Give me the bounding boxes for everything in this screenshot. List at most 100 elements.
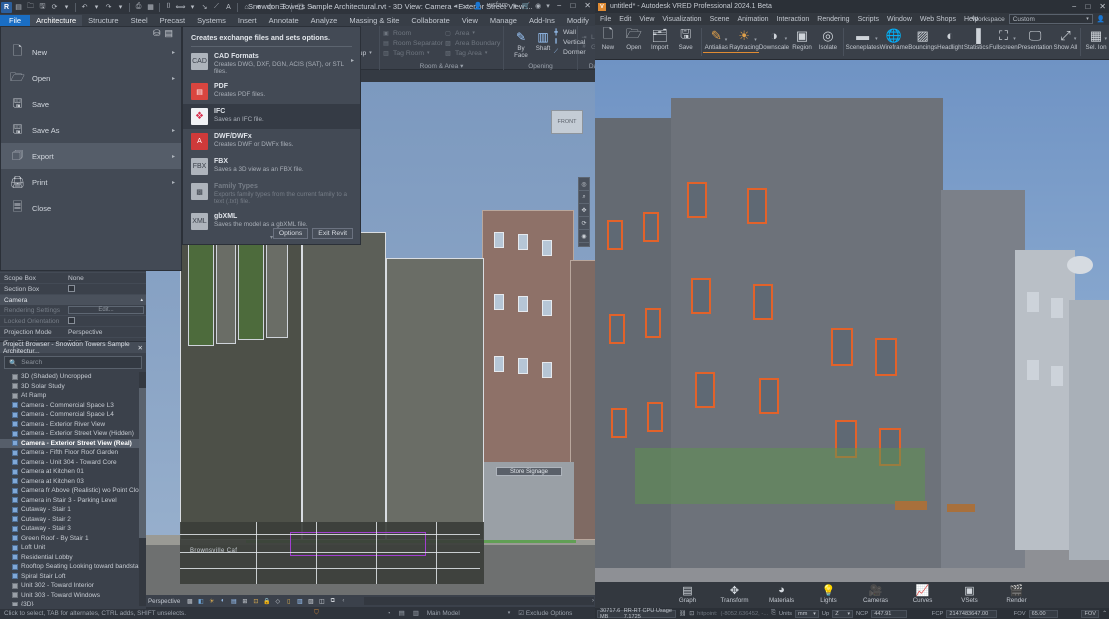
- property-row-projection-mode[interactable]: Projection ModePerspective: [0, 327, 146, 338]
- vred-tool-antialias[interactable]: ✎Antialias▾: [703, 25, 729, 53]
- vred-menu-view[interactable]: View: [639, 16, 654, 23]
- area-dropdown-icon[interactable]: ▾: [472, 30, 475, 36]
- user-dropdown-icon[interactable]: ▾: [513, 2, 517, 10]
- dimension-dropdown-icon[interactable]: ▾: [187, 2, 198, 13]
- file-menu-item-new[interactable]: 🗋New▸: [1, 39, 181, 65]
- tool-dropdown-icon[interactable]: ▾: [725, 37, 728, 43]
- file-menu-item-save[interactable]: 🖫Save: [1, 91, 181, 117]
- properties-section-expander[interactable]: ▴: [140, 297, 143, 303]
- undo-icon[interactable]: ↶: [79, 2, 90, 13]
- browser-view-item[interactable]: Camera in Stair 3 - Parking Level: [0, 496, 146, 506]
- ribbon-tab-steel[interactable]: Steel: [125, 15, 154, 26]
- property-row-section-box[interactable]: Section Box: [0, 284, 146, 295]
- status-exclude-options[interactable]: ☑ Exclude Options: [514, 609, 576, 617]
- vred-module-dock[interactable]: ▤Graph✥Transform◕Materials💡Lights🎥Camera…: [595, 582, 1109, 608]
- ribbon-tab-view[interactable]: View: [456, 15, 484, 26]
- property-row-locked-orientation[interactable]: Locked Orientation: [0, 316, 146, 327]
- browser-view-item[interactable]: Camera - Unit 304 - Toward Core: [0, 458, 146, 468]
- vred-tool-wireframe[interactable]: 🌐Wireframe: [880, 25, 909, 52]
- file-menu-item-close[interactable]: 🗏Close: [1, 195, 181, 221]
- status-model-dropdown-icon[interactable]: ▾: [504, 610, 515, 616]
- analytical-model-icon[interactable]: ▥: [295, 597, 304, 606]
- vred-tool-sceneplates[interactable]: ▬Sceneplates▾: [846, 25, 880, 52]
- recent-documents-icon[interactable]: ⛁: [153, 28, 161, 39]
- status-worksets-icon[interactable]: ⛉: [310, 609, 323, 617]
- open-folder-icon[interactable]: ▤: [13, 2, 24, 13]
- vred-tool-fullscreen[interactable]: ⛶Fullscreen▾: [989, 25, 1018, 52]
- show-crop-region-icon[interactable]: ⊡: [251, 597, 260, 606]
- info-center-icon[interactable]: ⚏: [462, 2, 468, 10]
- file-menu-item-print[interactable]: 🖨Print▸: [1, 169, 181, 195]
- tag-area-dropdown-icon[interactable]: ▾: [485, 50, 488, 56]
- save-as-icon[interactable]: 🖫: [37, 2, 48, 13]
- tool-dropdown-icon[interactable]: ▾: [875, 36, 878, 42]
- maximize-button[interactable]: □: [568, 1, 577, 10]
- ribbon-tab-architecture[interactable]: Architecture: [30, 15, 82, 26]
- view-cube[interactable]: FRONT: [551, 110, 583, 134]
- browser-view-item[interactable]: Camera - Exterior River View: [0, 420, 146, 430]
- vred-menu-rendering[interactable]: Rendering: [817, 16, 849, 23]
- ribbon-tab-annotate[interactable]: Annotate: [263, 15, 305, 26]
- vred-dock-curves[interactable]: 📈Curves: [904, 583, 942, 604]
- vred-tool-headlight[interactable]: ◐Headlight: [937, 25, 963, 52]
- sun-path-icon[interactable]: ☀: [207, 597, 216, 606]
- file-menu-item-save-as[interactable]: 🖫Save As▸: [1, 117, 181, 143]
- vred-user-icon[interactable]: 👤: [1097, 15, 1105, 23]
- project-browser-search[interactable]: 🔍 Search: [4, 356, 142, 369]
- room-separator-button[interactable]: ▤ Room Separator: [380, 38, 442, 48]
- search-box-icon[interactable]: ◂: [454, 2, 458, 10]
- tag-room-button[interactable]: ▥ Tag Room ▾: [380, 48, 442, 58]
- render-dialog-icon[interactable]: ▤: [229, 597, 238, 606]
- vred-tool-import[interactable]: 🗂Import: [647, 25, 673, 52]
- browser-view-item[interactable]: Loft Unit: [0, 543, 146, 553]
- redo-dropdown-icon[interactable]: ▾: [115, 2, 126, 13]
- submenu-arrow-icon[interactable]: ▸: [172, 179, 175, 186]
- project-browser-scroll-thumb[interactable]: [139, 388, 146, 538]
- ribbon-tab-add-ins[interactable]: Add-Ins: [523, 15, 561, 26]
- vred-dock-vsets[interactable]: ▣VSets: [951, 583, 989, 604]
- vred-tool-statistics[interactable]: ▐Statistics: [963, 25, 989, 52]
- browser-view-item[interactable]: Cutaway - Stair 3: [0, 524, 146, 534]
- vred-dock-cameras[interactable]: 🎥Cameras: [857, 583, 895, 604]
- property-checkbox[interactable]: [68, 285, 75, 292]
- file-menu-item-open[interactable]: 🗁Open▸: [1, 65, 181, 91]
- property-edit-button[interactable]: Edit...: [68, 306, 144, 314]
- vred-tool-new[interactable]: 🗋New: [595, 25, 621, 52]
- vred-close-button[interactable]: ✕: [1099, 2, 1106, 11]
- workspace-selector[interactable]: Workspace Custom ▾ 👤: [972, 14, 1105, 24]
- submenu-arrow-icon[interactable]: ▸: [172, 49, 175, 56]
- status-model-icon-2[interactable]: ▥: [409, 609, 423, 617]
- vred-dock-render[interactable]: 🎬Render: [998, 583, 1036, 604]
- ncp-input[interactable]: 447.91: [871, 610, 907, 618]
- browser-view-item[interactable]: Camera - Commercial Space L4: [0, 410, 146, 420]
- status-main-model[interactable]: Main Model: [423, 610, 464, 617]
- fov-input[interactable]: 65.00: [1029, 610, 1059, 618]
- open-documents-icon[interactable]: ▤: [164, 28, 173, 39]
- save-icon[interactable]: 🗀: [25, 2, 36, 13]
- store-icon[interactable]: 🛒: [521, 2, 530, 10]
- ribbon-tab-massing-site[interactable]: Massing & Site: [343, 15, 405, 26]
- user-account-icon[interactable]: 👤: [474, 2, 483, 10]
- ribbon-tab-structure[interactable]: Structure: [82, 15, 124, 26]
- help-icon[interactable]: ◉: [535, 2, 541, 10]
- vred-menu-visualization[interactable]: Visualization: [662, 16, 701, 23]
- tool-dropdown-icon[interactable]: ▾: [1104, 36, 1107, 42]
- lock-3d-view-icon[interactable]: 🔒: [262, 597, 271, 606]
- browser-view-item[interactable]: Camera - Fifth Floor Roof Garden: [0, 448, 146, 458]
- vred-dock-materials[interactable]: ◕Materials: [763, 583, 801, 604]
- browser-view-item[interactable]: Camera - Commercial Space L3: [0, 401, 146, 411]
- hitpoint-copy-icon[interactable]: ⎘: [771, 610, 776, 617]
- vred-menu-web-shops[interactable]: Web Shops: [920, 16, 956, 23]
- ribbon-tab-file[interactable]: File: [0, 15, 30, 26]
- export-item-pdf[interactable]: ▤PDFCreates PDF files.: [183, 79, 360, 104]
- tool-dropdown-icon[interactable]: ▾: [754, 37, 757, 43]
- vred-maximize-button[interactable]: □: [1085, 2, 1090, 11]
- ribbon-tab-modify[interactable]: Modify: [561, 15, 595, 26]
- area-boundary-button[interactable]: ▨ Area Boundary: [442, 38, 503, 48]
- project-browser-tree[interactable]: 3D (Shaded) Uncropped3D Solar StudyAt Ra…: [0, 372, 146, 606]
- view-control-bar[interactable]: Perspective ▩ ◧ ☀ ◐ ▤ ⊞ ⊡ 🔒 ◇ ▯ ▥ ▨ ◫ ⧉ …: [146, 595, 595, 607]
- vred-dock-transform[interactable]: ✥Transform: [716, 583, 754, 604]
- crop-view-icon[interactable]: ⊞: [240, 597, 249, 606]
- exit-revit-button[interactable]: Exit Revit: [312, 228, 353, 239]
- browser-view-item[interactable]: Camera fr Above (Realistic) wo Point Clo…: [0, 486, 146, 496]
